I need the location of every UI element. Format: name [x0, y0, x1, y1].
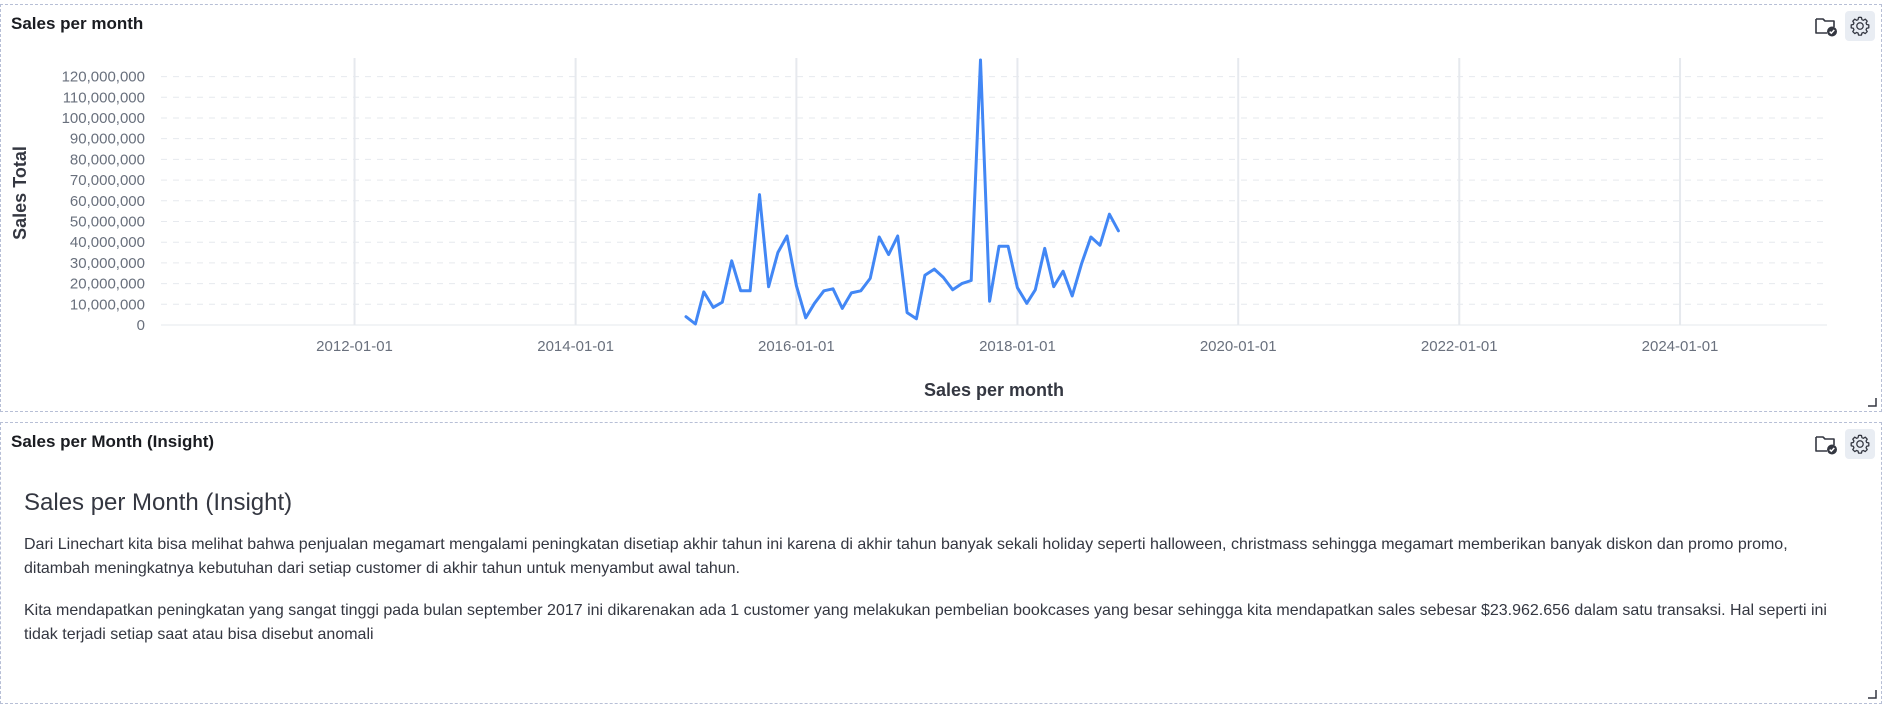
chart-panel: 0 10,000,000 20,000,000 30,000,000 40,000,00…: [0, 4, 1882, 412]
y-tick-label: 20,000,000: [70, 276, 145, 293]
y-tick-label: 50,000,000: [70, 213, 145, 230]
chart-panel-settings-button[interactable]: [1845, 11, 1875, 41]
sales-series-line: [684, 58, 1120, 326]
x-tick-label: 2024-01-01: [1642, 338, 1719, 355]
gear-icon: [1850, 434, 1870, 454]
insight-paragraph: Kita mendapatkan peningkatan yang sangat…: [24, 602, 1827, 643]
y-tick-label: 40,000,000: [70, 234, 145, 251]
insight-panel-settings-button[interactable]: [1845, 429, 1875, 459]
y-tick-label: 110,000,000: [63, 89, 145, 106]
insight-panel-actions: [1811, 429, 1875, 459]
y-tick-label: 0: [137, 317, 145, 334]
chart-panel-resize-handle[interactable]: [1867, 397, 1877, 407]
y-axis-title: Sales Total: [10, 146, 30, 240]
y-tick-label: 10,000,000: [70, 296, 145, 313]
y-tick-label: 100,000,000: [62, 110, 145, 127]
insight-panel-resize-handle[interactable]: [1867, 689, 1877, 699]
chart-panel-actions: [1811, 11, 1875, 41]
y-tick-label: 90,000,000: [70, 131, 145, 148]
y-tick-label: 70,000,000: [70, 172, 145, 189]
x-tick-label: 2020-01-01: [1200, 338, 1277, 355]
x-tick-label: 2016-01-01: [758, 338, 835, 355]
x-tick-label: 2014-01-01: [537, 338, 614, 355]
x-axis-title: Sales per month: [924, 380, 1064, 400]
x-tick-label: 2018-01-01: [979, 338, 1056, 355]
folder-check-icon: [1815, 18, 1837, 37]
x-tick-label: 2012-01-01: [316, 338, 393, 355]
chart-panel-title: Sales per month: [11, 14, 144, 33]
x-tick-label: 2022-01-01: [1421, 338, 1498, 355]
y-tick-label: 30,000,000: [70, 255, 145, 272]
insight-panel: Sales per Month (Insight) Sales per Mont…: [0, 422, 1882, 704]
insight-heading: Sales per Month (Insight): [24, 489, 293, 516]
y-tick-label: 60,000,000: [70, 193, 145, 210]
chart-panel-save-button[interactable]: [1811, 11, 1841, 41]
sales-line-chart: 0 10,000,000 20,000,000 30,000,000 40,000,00…: [10, 58, 1827, 400]
folder-check-icon: [1815, 436, 1837, 455]
insight-panel-save-button[interactable]: [1811, 429, 1841, 459]
gear-icon: [1850, 16, 1870, 36]
y-tick-label: 80,000,000: [70, 151, 145, 168]
y-tick-label: 120,000,000: [62, 69, 145, 86]
insight-paragraph: Dari Linechart kita bisa melihat bahwa p…: [24, 536, 1788, 577]
insight-panel-title: Sales per Month (Insight): [11, 432, 215, 451]
